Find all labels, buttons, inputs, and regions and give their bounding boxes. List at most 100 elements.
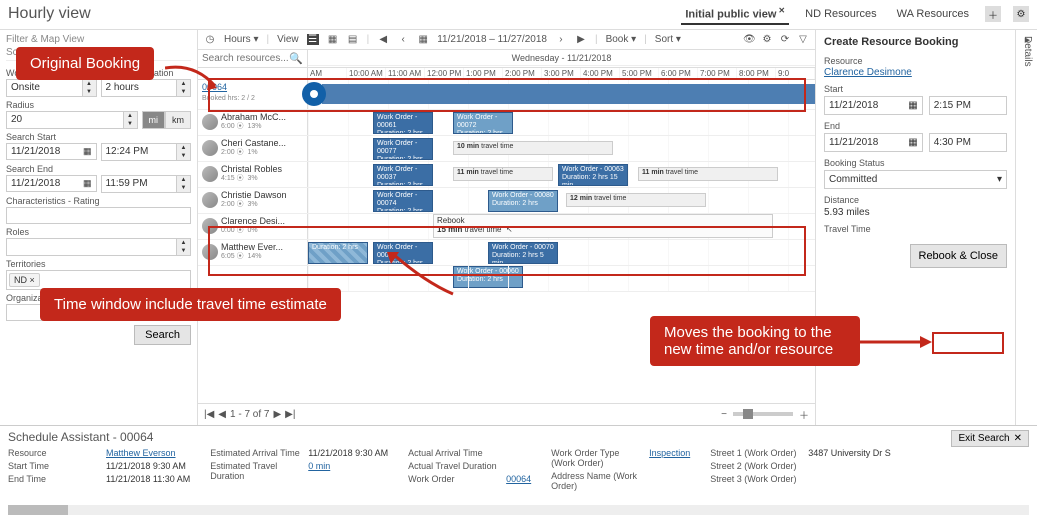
resource-name: Cheri Castane... (221, 139, 286, 148)
exit-search-button[interactable]: Exit Search✕ (951, 430, 1029, 447)
work-order-bar[interactable]: Work Order - 00062Duration: 2 hrs (373, 242, 433, 264)
pager-first-icon[interactable]: |◀ (204, 409, 214, 420)
schedule-row[interactable]: Christal Robles 4:15 ⦿ 3%Work Order - 00… (198, 162, 815, 188)
create-booking-header: Create Resource Booking (824, 36, 1007, 48)
schedule-row[interactable]: Clarence Desi... 0:00 ⦿ 0%Rebook15 min t… (198, 214, 815, 240)
calendar-icon[interactable]: ▦ (417, 34, 429, 45)
details-tab-label[interactable]: Details (1022, 36, 1033, 67)
start-time-input[interactable]: 2:15 PM (929, 96, 1007, 115)
d-esttrav-value[interactable]: 0 min (308, 461, 330, 481)
roles-label: Roles (6, 227, 191, 237)
zoom-out-icon[interactable]: − (721, 409, 727, 420)
travel-band[interactable]: 12 min travel time (566, 193, 706, 207)
end-time-input[interactable]: 4:30 PM (929, 133, 1007, 152)
add-tab-button[interactable]: ＋ (985, 6, 1001, 22)
gear-icon[interactable]: ⚙ (761, 34, 773, 45)
d-estarr-label: Estimated Arrival Time (210, 448, 302, 458)
zoom-in-icon[interactable]: ＋ (799, 407, 809, 422)
tab-wa-resources[interactable]: WA Resources (893, 6, 973, 22)
details-tab[interactable]: ▶ (1015, 30, 1037, 425)
time-slot: 11:00 AM (386, 68, 425, 79)
rebook-band[interactable]: Rebook15 min travel time ↖ (433, 214, 773, 238)
resource-link[interactable]: Clarence Desimone (824, 67, 912, 78)
avatar (202, 140, 218, 156)
search-start-date[interactable]: 11/21/2018▦ (6, 143, 97, 160)
radius-input[interactable]: 20▲▼ (6, 111, 138, 129)
resource-name: Abraham McC... (221, 113, 286, 122)
d-wo-link[interactable]: 00064 (506, 474, 531, 484)
view-grid-icon[interactable]: ▦ (327, 34, 339, 45)
d-start-label: Start Time (8, 461, 100, 471)
zoom-slider[interactable] (733, 412, 793, 416)
travel-band[interactable]: 11 min travel time (638, 167, 778, 181)
unit-mi[interactable]: mi (142, 111, 166, 129)
work-order-bar[interactable]: Work Order - 00070Duration: 2 hrs 5 min (488, 242, 558, 264)
nav-prev-icon[interactable]: ‹ (397, 34, 409, 45)
schedule-row[interactable]: Cheri Castane... 2:00 ⦿ 1%Work Order - 0… (198, 136, 815, 162)
tab-nd-resources[interactable]: ND Resources (801, 6, 881, 22)
rebook-close-button[interactable]: Rebook & Close (910, 244, 1008, 268)
search-icon[interactable]: 🔍 (289, 52, 303, 65)
work-order-bar[interactable]: Duration: 2 hrs (308, 242, 368, 264)
nav-last-icon[interactable]: ▶ (575, 34, 587, 45)
booking-marker[interactable] (302, 82, 326, 106)
d-resource-link[interactable]: Matthew Everson (106, 448, 176, 458)
first-row-code: 00064 Booked hrs: 2 / 2 (198, 80, 308, 109)
calendar-icon[interactable]: ▦ (908, 100, 917, 111)
hours-dropdown[interactable]: Hours ▾ (224, 34, 259, 45)
calendar-icon[interactable]: ▦ (83, 178, 92, 189)
travel-band[interactable]: 11 min travel time (453, 167, 553, 181)
search-end-date[interactable]: 11/21/2018▦ (6, 175, 97, 192)
characteristics-input[interactable] (6, 207, 191, 224)
schedule-row[interactable]: Christie Dawson 2:00 ⦿ 3%Work Order - 00… (198, 188, 815, 214)
schedule-row[interactable]: Abraham McC... 6:00 ⦿ 13%Work Order - 00… (198, 110, 815, 136)
filter-icon[interactable]: ▽ (797, 34, 809, 45)
eye-icon[interactable]: 👁 (743, 34, 755, 45)
close-icon[interactable]: ✕ (1014, 433, 1022, 444)
horizontal-scrollbar[interactable] (8, 505, 1029, 515)
characteristics-label: Characteristics - Rating (6, 196, 191, 206)
roles-select[interactable]: ▲▼ (6, 238, 191, 256)
pager-next-icon[interactable]: ▶ (273, 409, 281, 420)
sort-dropdown[interactable]: Sort ▾ (655, 34, 681, 45)
schedule-row[interactable]: Matthew Ever... 6:05 ⦿ 14%Duration: 2 hr… (198, 240, 815, 266)
gear-icon[interactable]: ⚙ (1013, 6, 1029, 22)
page-title: Hourly view (8, 5, 91, 23)
search-input[interactable] (202, 53, 289, 64)
territory-tag[interactable]: ND × (9, 273, 40, 287)
calendar-icon[interactable]: ▦ (908, 137, 917, 148)
work-order-bar[interactable]: Work Order - 00061Duration: 2 hrs (373, 112, 433, 134)
calendar-icon[interactable]: ▦ (83, 146, 92, 157)
d-wotype-link[interactable]: Inspection (649, 448, 690, 468)
work-order-bar[interactable]: Work Order - 00037Duration: 2 hrs (373, 164, 433, 186)
tab-initial-public[interactable]: Initial public view✕ (681, 4, 789, 25)
view-map-icon[interactable]: ▤ (347, 34, 359, 45)
unit-km[interactable]: km (165, 111, 191, 129)
search-button[interactable]: Search (134, 325, 191, 345)
nav-first-icon[interactable]: ◀ (377, 34, 389, 45)
end-date-input[interactable]: 11/21/2018▦ (824, 133, 923, 152)
time-slot: 9:0 (776, 68, 815, 79)
work-order-bar[interactable]: Work Order - 00063Duration: 2 hrs 15 min (558, 164, 628, 186)
close-icon[interactable]: ✕ (778, 6, 785, 15)
clock-icon[interactable]: ◷ (204, 34, 216, 45)
work-order-bar[interactable]: Work Order - 00080Duration: 2 hrs (488, 190, 558, 212)
work-order-bar[interactable]: Work Order - 00072Duration: 2 hrs (453, 112, 513, 134)
travel-band[interactable]: 10 min travel time (453, 141, 613, 155)
refresh-icon[interactable]: ⟳ (779, 34, 791, 45)
view-list-icon[interactable]: ☰ (307, 34, 319, 45)
start-date-input[interactable]: 11/21/2018▦ (824, 96, 923, 115)
nav-next-icon[interactable]: › (555, 34, 567, 45)
search-end-time[interactable]: 11:59 PM▲▼ (101, 175, 192, 193)
status-select[interactable]: Committed▾ (824, 170, 1007, 189)
book-dropdown[interactable]: Book ▾ (606, 34, 637, 45)
pager-last-icon[interactable]: ▶| (285, 409, 295, 420)
time-slot: 6:00 PM (659, 68, 698, 79)
work-order-bar[interactable]: Work Order - 00077Duration: 2 hrs (373, 138, 433, 160)
work-location-select[interactable]: Onsite▲▼ (6, 79, 97, 97)
search-start-time[interactable]: 12:24 PM▲▼ (101, 143, 192, 161)
callout-original-booking: Original Booking (16, 47, 154, 80)
pager-prev-icon[interactable]: ◀ (218, 409, 226, 420)
work-order-bar[interactable]: Work Order - 00074Duration: 2 hrs (373, 190, 433, 212)
avail-dur-select[interactable]: 2 hours▲▼ (101, 79, 192, 97)
